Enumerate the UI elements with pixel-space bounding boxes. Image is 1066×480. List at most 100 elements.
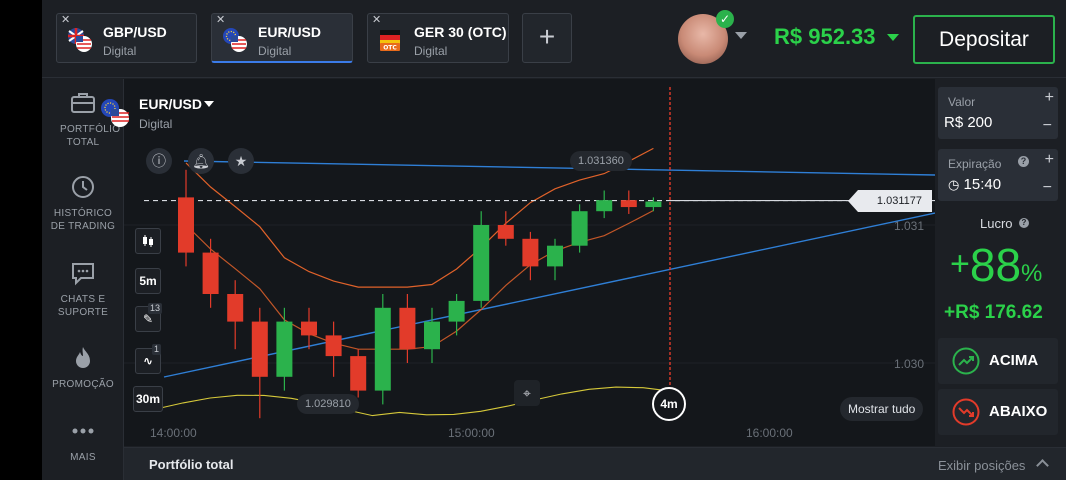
sidebar-item-label: MAIS [70,452,96,463]
plus-icon: + [538,21,556,52]
sidebar-item-label: HISTÓRICO DE TRADING [50,208,116,232]
candle-body [547,245,563,267]
show-positions-button[interactable]: Exibir posições [938,458,1025,473]
candle-body [424,321,440,350]
high-price-label: 1.031360 [570,151,632,171]
tab-pair-label: GER 30 (OTC) [414,24,507,40]
candle-body [276,321,293,377]
info-button[interactable]: ⓘ [146,148,172,174]
top-bar: ✕ GBP/USD Digital ✕ EUR/USD Digital ✕ OT… [42,0,1066,78]
put-down-button[interactable]: ABAIXO [938,389,1058,435]
tab-kind-label: Digital [414,44,448,58]
left-sidebar: PORTFÓLIO TOTAL HISTÓRICO DE TRADING CHA… [42,79,124,480]
amount-label: Valor [948,95,976,109]
balance-chevron-down-icon[interactable] [887,34,899,41]
profit-percent-value: 88 [969,239,1022,291]
tab-pair-label: GBP/USD [103,24,167,40]
close-tab-icon[interactable]: ✕ [372,15,381,26]
candle-body [645,201,662,208]
candle-body [301,321,317,336]
briefcase-icon [71,93,95,113]
amount-plus-button[interactable]: + [1045,89,1054,107]
y-tick-label: 1.030 [894,357,925,371]
current-price-tag: 1.031177 [848,190,932,212]
x-tick-label: 15:00:00 [448,426,495,440]
show-all-button[interactable]: Mostrar tudo [840,397,924,421]
tab-kind-label: Digital [258,44,292,58]
amount-value[interactable]: R$ 200 [944,114,992,131]
indicator-count-badge: 1 [152,344,162,355]
expiry-time: 15:40 [963,176,1002,193]
bottom-bar[interactable]: Portfólio total Exibir posições [124,447,1066,480]
candle-body [350,356,367,391]
de-otc-flag-icon: OTC [380,30,400,52]
verified-check-icon: ✓ [716,10,734,28]
tab-pair-label: EUR/USD [258,24,322,40]
tab-eur-usd[interactable]: ✕ EUR/USD Digital [211,13,353,63]
sidebar-item-label: PROMOÇÃO [52,379,114,390]
asset-chevron-down-icon[interactable] [204,101,214,107]
x-tick-label: 16:00:00 [746,426,793,440]
help-icon[interactable]: ? [1018,156,1029,167]
expiry-minus-button[interactable]: − [1043,179,1052,197]
profit-sign: + [950,245,970,283]
add-tab-button[interactable]: + [522,13,572,63]
chart-type-button[interactable] [135,228,161,254]
amount-field[interactable]: Valor R$ 200 + − [938,87,1058,139]
deposit-button[interactable]: Depositar [913,15,1055,64]
candle-body [227,294,244,322]
candle-body [399,307,416,350]
candle-body [202,252,219,294]
low-price-label: 1.029810 [297,394,359,414]
drawing-count-badge: 13 [148,303,163,314]
sidebar-item-chat[interactable]: CHATS E SUPORTE [42,259,124,319]
account-balance[interactable]: R$ 952.33 [774,24,876,50]
crosshair-button[interactable]: ⌖ [514,380,540,406]
eu-us-flag-icon [223,28,247,52]
sidebar-item-history[interactable]: HISTÓRICO DE TRADING [42,173,124,233]
tab-gbp-usd[interactable]: ✕ GBP/USD Digital [56,13,197,63]
alert-button[interactable]: 🔔︎ [188,148,214,174]
history-icon [72,176,94,198]
info-icon: ⓘ [152,153,166,169]
amount-minus-button[interactable]: − [1043,117,1052,135]
candle-body [571,211,588,246]
tab-kind-label: Digital [103,44,137,58]
tab-ger-30[interactable]: ✕ OTC GER 30 (OTC) Digital [367,13,509,63]
interval-button[interactable]: 30m [133,386,163,412]
trend-up-icon [952,347,980,375]
more-icon [72,428,94,434]
flame-icon [76,347,90,368]
close-tab-icon[interactable]: ✕ [216,15,225,26]
call-up-button[interactable]: ACIMA [938,338,1058,384]
sidebar-item-label: CHATS E SUPORTE [57,294,109,318]
star-icon: ★ [234,153,248,169]
close-tab-icon[interactable]: ✕ [61,15,70,26]
down-label: ABAIXO [989,403,1048,420]
expiry-plus-button[interactable]: + [1045,151,1054,169]
candle-body [374,307,391,391]
asset-selector[interactable]: EUR/USD [139,96,202,112]
avatar[interactable]: ✓ [678,10,734,64]
favorite-button[interactable]: ★ [228,148,254,174]
expiry-field[interactable]: Expiração ? ◷ 15:40 + − [938,149,1058,201]
sidebar-item-more[interactable]: MAIS [42,417,124,464]
chevron-down-icon[interactable] [735,32,747,39]
candle-body [596,200,613,212]
trend-down-icon [952,398,980,426]
profit-percent: +88% [950,238,1042,292]
candles-icon [143,235,153,247]
indicator-line [155,386,671,417]
expiry-value[interactable]: ◷ 15:40 [948,176,1001,193]
expiry-label: Expiração [948,157,1002,171]
x-tick-label: 14:00:00 [150,426,197,440]
chevron-up-icon[interactable] [1036,459,1049,472]
candle-body [448,300,465,322]
profit-help-icon[interactable]: ? [1019,218,1029,228]
profit-amount: +R$ 176.62 [944,302,1043,323]
asset-kind-label: Digital [139,117,173,131]
timeframe-button[interactable]: 5m [135,268,161,294]
sidebar-item-promo[interactable]: PROMOÇÃO [42,344,124,391]
trend-line [183,160,935,176]
wave-icon: ∿ [142,354,154,368]
